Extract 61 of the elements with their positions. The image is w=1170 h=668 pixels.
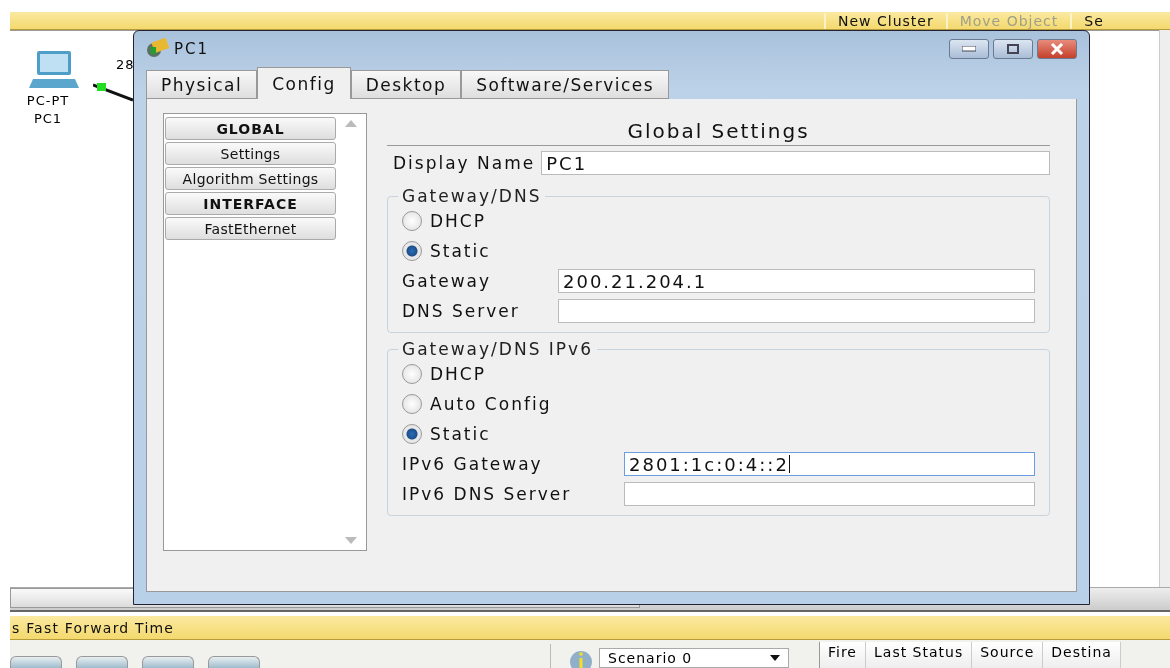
input-field[interactable] <box>558 299 1035 323</box>
input-field[interactable]: 2801:1c:0:4::2 <box>624 452 1035 476</box>
scroll-down-icon[interactable] <box>345 537 357 544</box>
display-name-field[interactable]: PC1 <box>541 151 1050 175</box>
port-label: 28 <box>116 57 135 72</box>
sidebar-header[interactable]: GLOBAL <box>165 117 336 140</box>
scenario-dropdown[interactable]: Scenario 0 <box>599 648 789 668</box>
vertical-scrollbar[interactable] <box>1159 30 1170 587</box>
radio-label: Auto Config <box>430 394 552 414</box>
device-category-button[interactable] <box>10 656 62 668</box>
minimize-icon <box>962 46 976 52</box>
caret-icon <box>770 655 780 661</box>
group-title: Gateway/DNS <box>401 186 543 206</box>
maximize-button[interactable] <box>993 39 1033 59</box>
column-header[interactable]: Fire <box>820 642 866 668</box>
sidebar-item[interactable]: FastEthernet <box>165 217 336 240</box>
sidebar-header[interactable]: INTERFACE <box>165 192 336 215</box>
radio-button[interactable] <box>402 394 422 414</box>
link-line <box>93 82 133 102</box>
sidebar-item[interactable]: Algorithm Settings <box>165 167 336 190</box>
tab[interactable]: Config <box>257 67 351 99</box>
toolbar-item[interactable]: Se <box>1070 12 1116 29</box>
tab[interactable]: Desktop <box>350 70 462 99</box>
radio-button[interactable] <box>402 211 422 231</box>
field-label: IPv6 Gateway <box>402 454 544 474</box>
close-button[interactable] <box>1037 39 1077 59</box>
column-header[interactable]: Source <box>972 642 1044 668</box>
device-name-label: PC1 <box>32 111 64 126</box>
section-heading: Global Settings <box>387 113 1050 146</box>
scroll-up-icon[interactable] <box>345 120 357 127</box>
maximize-icon <box>1007 44 1019 54</box>
radio-label: Static <box>430 241 491 261</box>
tab[interactable]: Software/Services <box>461 70 670 99</box>
realtime-bar-text: s Fast Forward Time <box>11 619 175 636</box>
column-header[interactable]: Destina <box>1043 642 1121 668</box>
info-icon[interactable] <box>569 648 593 668</box>
minimize-button[interactable] <box>949 39 989 59</box>
close-icon <box>1050 43 1064 55</box>
device-category-button[interactable] <box>76 656 128 668</box>
window-title: PC1 <box>174 40 211 58</box>
radio-label: Static <box>430 424 491 444</box>
group-title: Gateway/DNS IPv6 <box>401 339 594 359</box>
radio-button[interactable] <box>402 424 422 444</box>
computer-icon[interactable] <box>29 51 79 89</box>
field-label: IPv6 DNS Server <box>402 484 573 504</box>
device-category-button[interactable] <box>142 656 194 668</box>
input-field[interactable] <box>624 482 1035 506</box>
radio-label: DHCP <box>430 211 486 231</box>
input-field[interactable]: 200.21.204.1 <box>558 269 1035 293</box>
tab[interactable]: Physical <box>146 70 258 99</box>
radio-label: DHCP <box>430 364 486 384</box>
field-label: DNS Server <box>402 301 521 321</box>
device-type-label: PC-PT <box>25 93 71 108</box>
toolbar-item[interactable]: New Cluster <box>824 12 946 29</box>
radio-button[interactable] <box>402 364 422 384</box>
sidebar-item[interactable]: Settings <box>165 142 336 165</box>
device-category-button[interactable] <box>208 656 260 668</box>
column-header[interactable]: Last Status <box>866 642 973 668</box>
radio-button[interactable] <box>402 241 422 261</box>
field-label: Display Name <box>393 153 536 173</box>
field-label: Gateway <box>402 271 493 291</box>
